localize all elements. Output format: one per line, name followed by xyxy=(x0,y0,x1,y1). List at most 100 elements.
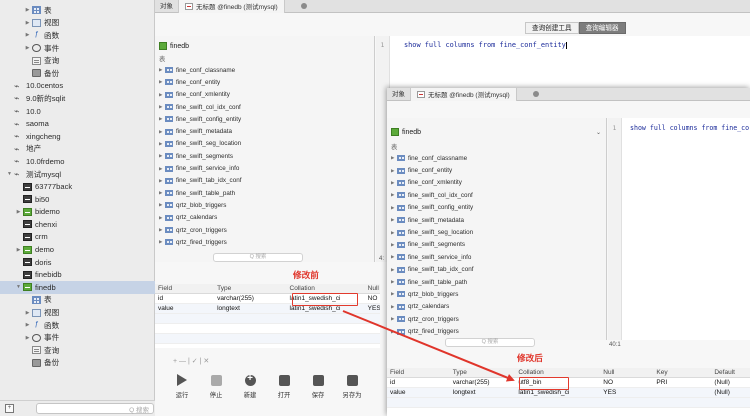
sidebar-add-icon[interactable]: + xyxy=(5,404,14,413)
database-selector-front[interactable]: finedb ⌄ xyxy=(391,128,601,136)
sidebar-item[interactable]: ▶ 视图 xyxy=(0,17,155,30)
table-row[interactable]: ▶ qrtz_cron_triggers xyxy=(391,313,473,325)
sidebar-item[interactable]: ⌁ 10.0 xyxy=(0,105,155,118)
table-row[interactable]: ▶ fine_conf_entity xyxy=(391,164,473,176)
table-row[interactable]: ▶ fine_conf_classname xyxy=(159,64,241,76)
sidebar-item[interactable]: 查询 xyxy=(0,344,155,357)
grid-cell[interactable]: id xyxy=(387,378,450,387)
grid-cell[interactable]: PRI xyxy=(653,378,711,387)
query-editor-button[interactable]: 查询编辑器 xyxy=(578,22,626,34)
table-row[interactable]: ▶ fine_swift_config_entity xyxy=(159,113,241,125)
grid-cell[interactable]: varchar(255) xyxy=(214,294,286,303)
table-row[interactable]: ▶ fine_swift_col_idx_conf xyxy=(159,101,241,113)
open-button[interactable]: 打开 xyxy=(267,374,301,399)
expand-arrow-icon[interactable]: ▶ xyxy=(24,7,31,13)
sidebar-item[interactable]: bi50 xyxy=(0,193,155,206)
column-header[interactable]: Field xyxy=(155,284,214,293)
grid-cell[interactable]: YES xyxy=(365,304,380,313)
sql-editor-front[interactable]: 1 show full columns from fine_cor xyxy=(608,118,750,340)
grid-cell[interactable]: NO xyxy=(365,294,380,303)
column-header[interactable]: Type xyxy=(214,284,286,293)
column-header[interactable]: Null xyxy=(600,368,653,377)
database-selector[interactable]: finedb xyxy=(159,42,369,50)
sidebar-item[interactable]: ▶ 表 xyxy=(0,4,155,17)
expand-arrow-icon[interactable]: ▼ xyxy=(15,284,22,290)
table-row[interactable]: ▶ fine_swift_tab_idx_conf xyxy=(391,264,473,276)
stop-button[interactable]: 停止 xyxy=(199,374,233,399)
expand-arrow-icon[interactable]: ▼ xyxy=(6,171,13,177)
sidebar-item[interactable]: ▼ finedb xyxy=(0,281,155,294)
table-row[interactable]: ▶ fine_swift_metadata xyxy=(391,214,473,226)
column-header[interactable]: Key xyxy=(653,368,711,377)
save-as-button[interactable]: 另存为 xyxy=(335,374,369,399)
grid-cell[interactable] xyxy=(653,388,711,397)
sidebar-item[interactable]: ▶ ƒ 函数 xyxy=(0,29,155,42)
expand-arrow-icon[interactable]: ▶ xyxy=(24,45,31,51)
column-header[interactable]: Type xyxy=(450,368,516,377)
sidebar-item[interactable]: ⌁ 地产 xyxy=(0,143,155,156)
sidebar-item[interactable]: ⌁ saoma xyxy=(0,117,155,130)
expand-arrow-icon[interactable]: ▶ xyxy=(24,20,31,26)
expand-arrow-icon[interactable]: ▶ xyxy=(24,322,31,328)
sidebar-item[interactable]: ▶ 视图 xyxy=(0,306,155,319)
table-row[interactable]: ▶ fine_swift_col_idx_conf xyxy=(391,189,473,201)
sql-text[interactable]: show full columns from fine_cor xyxy=(630,124,750,132)
expand-arrow-icon[interactable]: ▶ xyxy=(15,209,22,215)
column-header[interactable]: Collation xyxy=(287,284,365,293)
column-header[interactable]: Null xyxy=(365,284,380,293)
sidebar-item[interactable]: ▶ ƒ 函数 xyxy=(0,319,155,332)
tab-objects-front[interactable]: 对象 xyxy=(387,87,411,101)
table-row[interactable]: ▶ qrtz_calendars xyxy=(159,212,241,224)
table-row[interactable]: ▶ qrtz_blob_triggers xyxy=(159,199,241,211)
grid-cell[interactable]: longtext xyxy=(214,304,286,313)
sidebar-item[interactable]: ▶ bidemo xyxy=(0,206,155,219)
grid-cell[interactable]: (Null) xyxy=(711,378,750,387)
save-button[interactable]: 保存 xyxy=(301,374,335,399)
table-row[interactable]: ▶ fine_conf_xmlentity xyxy=(159,89,241,101)
sidebar-item[interactable]: 表 xyxy=(0,294,155,307)
table-search-input[interactable]: Q 搜索 xyxy=(213,253,303,262)
grid-cell[interactable]: value xyxy=(387,388,450,397)
sidebar-item[interactable]: doris xyxy=(0,256,155,269)
sidebar-item[interactable]: ▼ ⌁ 测试mysql xyxy=(0,168,155,181)
column-header[interactable]: Collation xyxy=(515,368,600,377)
sidebar-item[interactable]: ⌁ 9.0新的sqlit xyxy=(0,92,155,105)
sidebar-item[interactable]: ▶ 事件 xyxy=(0,331,155,344)
table-row[interactable]: ▶ qrtz_calendars xyxy=(391,301,473,313)
table-row[interactable]: ▶ fine_swift_segments xyxy=(391,239,473,251)
sidebar-item[interactable]: ▶ 事件 xyxy=(0,42,155,55)
sidebar-item[interactable]: 备份 xyxy=(0,357,155,370)
expand-arrow-icon[interactable]: ▶ xyxy=(24,32,31,38)
column-header[interactable]: Default xyxy=(711,368,750,377)
sidebar-item[interactable]: finebidb xyxy=(0,268,155,281)
table-row[interactable]: ▶ fine_conf_entity xyxy=(159,76,241,88)
table-row[interactable]: ▶ fine_conf_classname xyxy=(391,152,473,164)
sidebar-item[interactable]: crm xyxy=(0,231,155,244)
table-row[interactable]: ▶ fine_swift_seg_location xyxy=(159,138,241,150)
table-row[interactable]: ▶ fine_swift_config_entity xyxy=(391,202,473,214)
table-row[interactable]: ▶ qrtz_cron_triggers xyxy=(159,224,241,236)
sidebar-search-input[interactable]: Q 搜索 xyxy=(36,403,154,414)
table-row[interactable]: ▶ fine_swift_segments xyxy=(159,150,241,162)
grid-cell[interactable]: longtext xyxy=(450,388,516,397)
grid-cell[interactable]: value xyxy=(155,304,214,313)
table-row[interactable]: ▶ fine_swift_tab_idx_conf xyxy=(159,175,241,187)
table-row[interactable]: ▶ fine_swift_table_path xyxy=(159,187,241,199)
table-row[interactable]: ▶ qrtz_blob_triggers xyxy=(391,288,473,300)
table-row[interactable]: ▶ fine_swift_service_info xyxy=(159,162,241,174)
grid-cell[interactable]: NO xyxy=(600,378,653,387)
expand-arrow-icon[interactable]: ▶ xyxy=(24,310,31,316)
grid-cell[interactable]: YES xyxy=(600,388,653,397)
grid-cell[interactable]: (Null) xyxy=(711,388,750,397)
sidebar-item[interactable]: ⌁ 10.0frdemo xyxy=(0,155,155,168)
sidebar-item[interactable]: ⌁ xingcheng xyxy=(0,130,155,143)
tab-untitled-query[interactable]: 无标题 @finedb (测试mysql) xyxy=(179,0,285,13)
sidebar-item[interactable]: 备份 xyxy=(0,67,155,80)
expand-arrow-icon[interactable]: ▶ xyxy=(15,247,22,253)
expand-arrow-icon[interactable]: ▶ xyxy=(24,335,31,341)
sidebar-item[interactable]: 查询 xyxy=(0,54,155,67)
sidebar-item[interactable]: 63777back xyxy=(0,180,155,193)
query-builder-button[interactable]: 查询创建工具 xyxy=(525,22,579,34)
table-row[interactable]: ▶ fine_swift_table_path xyxy=(391,276,473,288)
sidebar-item[interactable]: ▶ demo xyxy=(0,243,155,256)
